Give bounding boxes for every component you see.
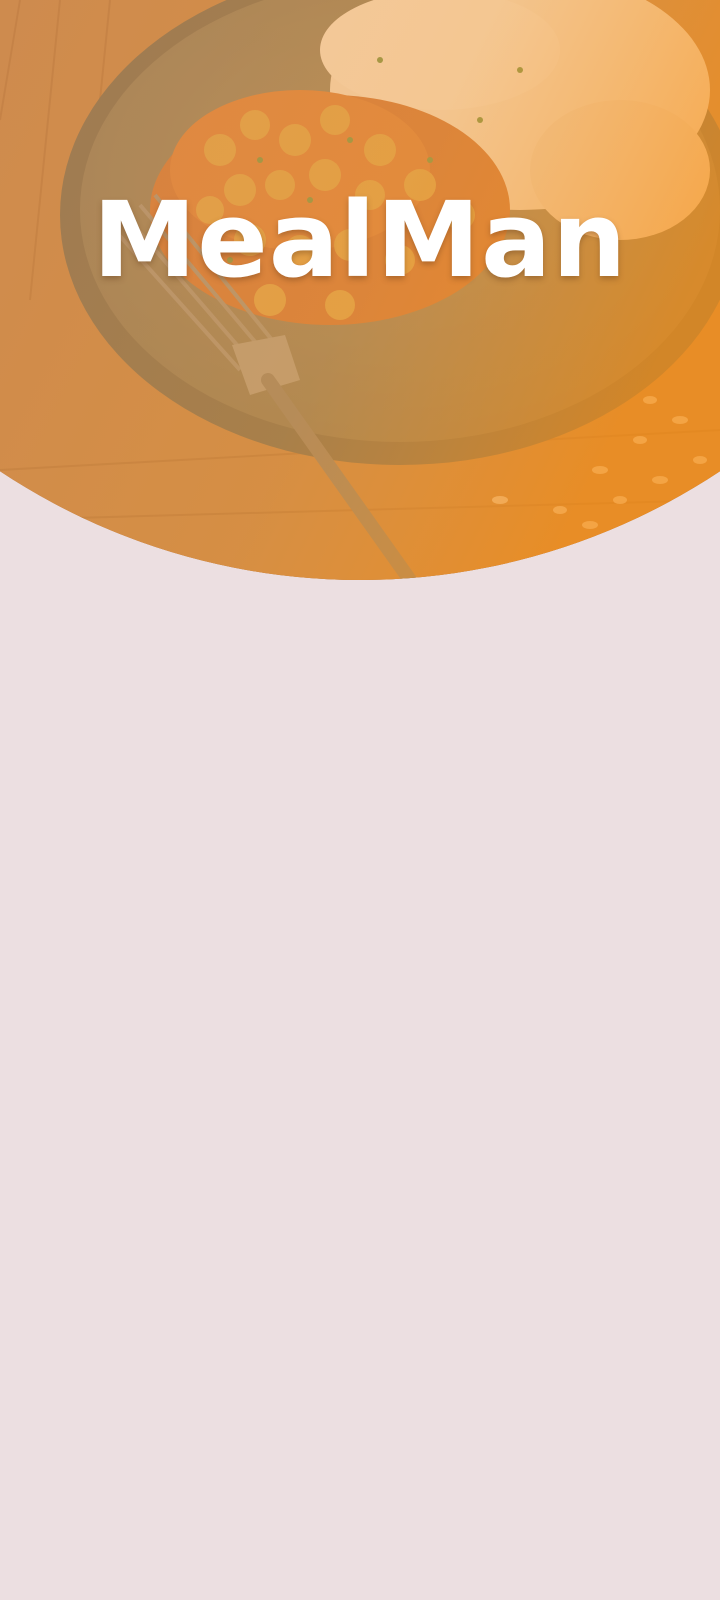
app-logo-title: MealMan	[92, 179, 628, 301]
splash-screen: MealMan	[0, 0, 720, 1600]
